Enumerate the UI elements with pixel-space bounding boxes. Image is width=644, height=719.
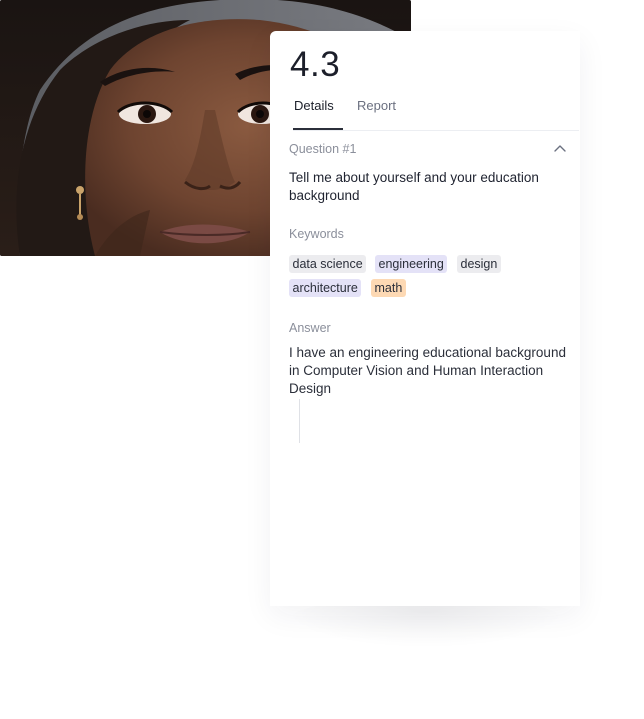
question-label: Question #1 xyxy=(289,142,357,156)
keyword-chip: math xyxy=(371,279,406,297)
tab-details[interactable]: Details xyxy=(293,98,343,130)
question-text: Tell me about yourself and your educatio… xyxy=(289,170,539,203)
answer-text: I have an engineering educational backgr… xyxy=(289,345,566,396)
answer-label: Answer xyxy=(289,321,331,335)
score-value: 4.3 xyxy=(290,45,341,84)
evaluation-card: 4.3 Details Report Question #1 Tell me a… xyxy=(270,31,580,606)
keyword-chip: data science xyxy=(289,255,367,273)
keyword-chip: design xyxy=(457,255,501,273)
keyword-chip: architecture xyxy=(289,279,362,297)
chevron-up-icon[interactable] xyxy=(553,143,567,153)
keyword-chip: engineering xyxy=(375,255,448,273)
tab-bar: Details Report xyxy=(293,95,579,131)
tab-report[interactable]: Report xyxy=(357,98,396,129)
thread-line xyxy=(299,399,300,443)
keywords-label: Keywords xyxy=(289,227,344,241)
